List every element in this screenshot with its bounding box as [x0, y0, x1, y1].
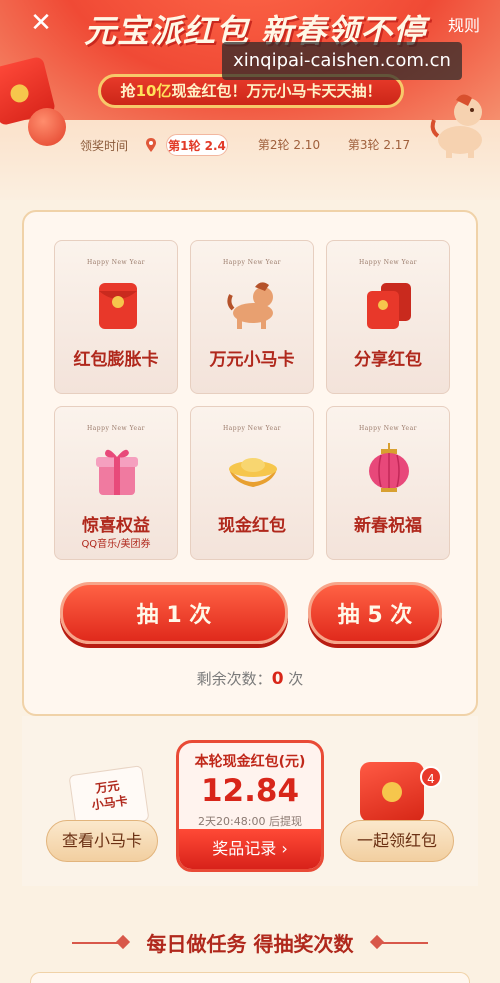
tile-greeting: Happy New Year: [222, 259, 282, 266]
draw-five-button[interactable]: 抽 5 次: [308, 582, 442, 644]
watermark: xinqipai-caishen.com.cn: [222, 42, 462, 80]
draw-once-button[interactable]: 抽 1 次: [60, 582, 288, 644]
withdraw-countdown: 2天20:48:00 后提现: [198, 815, 302, 828]
tile-greeting: Happy New Year: [86, 425, 146, 432]
remaining-number: 0: [271, 669, 284, 689]
tile-greeting: Happy New Year: [86, 259, 146, 266]
remaining-prefix: 剩余次数：: [196, 670, 272, 688]
tile-label: 万元小马卡: [209, 350, 295, 370]
claim-together-button[interactable]: 一起领红包: [340, 820, 454, 862]
prize-tile: Happy New Year 惊喜权益 QQ音乐/美团券: [54, 406, 178, 560]
prize-tile: Happy New Year 新春祝福: [326, 406, 450, 560]
banner-highlight: 10亿: [135, 82, 172, 100]
tasks-card-edge: [30, 972, 470, 983]
tile-label: 惊喜权益: [82, 516, 150, 536]
tile-label: 分享红包: [354, 350, 422, 370]
cash-amount: 12.84: [200, 773, 300, 809]
round-label: 领奖时间: [80, 139, 129, 153]
remaining-suffix: 次: [283, 670, 304, 688]
share-envelope-icon: [367, 283, 411, 329]
prize-tile: Happy New Year 红包膨胀卡: [54, 240, 178, 394]
gift-box-icon: [96, 449, 138, 495]
banner-prefix: 抢: [120, 82, 136, 100]
tile-label: 现金红包: [218, 516, 286, 536]
tile-greeting: Happy New Year: [222, 425, 282, 432]
tile-label: 新春祝福: [354, 516, 422, 536]
tab-round-2[interactable]: 第2轮 2.10: [252, 134, 326, 156]
tile-sublabel: QQ音乐/美团券: [81, 539, 151, 550]
tab-round-1[interactable]: 第1轮 2.4: [166, 134, 228, 156]
notification-badge: 4: [420, 766, 442, 788]
prize-record-button[interactable]: 奖品记录 ›: [179, 829, 321, 869]
banner-suffix: 现金红包！万元小马卡天天抽！: [171, 82, 382, 100]
prize-tile: Happy New Year 分享红包: [326, 240, 450, 394]
prize-tile: Happy New Year 万元小马卡: [190, 240, 314, 394]
red-envelope-icon[interactable]: [360, 762, 424, 822]
tile-greeting: Happy New Year: [358, 259, 418, 266]
prize-card: Happy New Year 红包膨胀卡 Happy New Year 万元小马…: [22, 210, 478, 716]
gold-ingot-icon: [229, 458, 277, 487]
tab-round-3[interactable]: 第3轮 2.17: [342, 134, 416, 156]
tile-label: 红包膨胀卡: [73, 350, 159, 370]
view-pony-card-button[interactable]: 查看小马卡: [46, 820, 158, 862]
pony-icon: [227, 282, 273, 329]
round-selector: 领奖时间 第1轮 2.4 第2轮 2.10 第3轮 2.17: [80, 134, 420, 156]
tile-greeting: Happy New Year: [358, 425, 418, 432]
pony-card-text: 万元 小马卡: [90, 778, 129, 813]
lantern-icon: [369, 443, 409, 492]
cash-box: 本轮现金红包(元) 12.84 2天20:48:00 后提现 奖品记录 ›: [176, 740, 324, 872]
koi-decoration: [28, 108, 66, 146]
divider-line: [378, 942, 428, 944]
rules-link[interactable]: 规则: [448, 12, 480, 36]
cash-title: 本轮现金红包(元): [194, 754, 306, 770]
remaining-count: 剩余次数：0 次: [24, 668, 476, 689]
horse-mascot-icon: [430, 94, 482, 158]
red-envelope-icon: [99, 283, 137, 329]
header: ✕ 元宝派红包 新春领不停 规则 抢10亿现金红包！万元小马卡天天抽！ 领奖时间…: [0, 0, 500, 200]
location-pin-icon: [146, 138, 156, 152]
prize-tile: Happy New Year 现金红包: [190, 406, 314, 560]
close-button[interactable]: ✕: [26, 8, 56, 38]
